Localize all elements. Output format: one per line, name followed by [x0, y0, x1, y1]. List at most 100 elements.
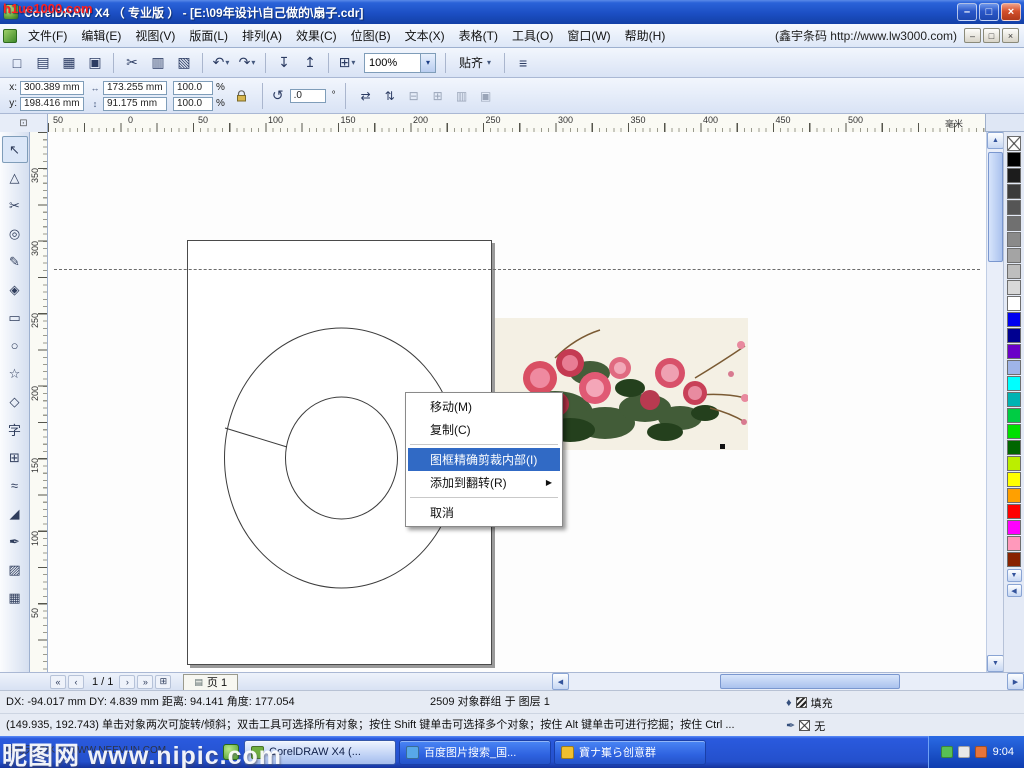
fill-swatch[interactable]	[796, 697, 807, 708]
menu-item-2[interactable]: 视图(V)	[128, 24, 182, 47]
menu-item-3[interactable]: 版面(L)	[182, 24, 235, 47]
last-page-button[interactable]: »	[137, 675, 153, 689]
horizontal-guideline[interactable]	[54, 269, 980, 270]
menu-item-1[interactable]: 编辑(E)	[74, 24, 128, 47]
mdi-restore-button[interactable]: □	[983, 28, 1000, 43]
selection-handle[interactable]	[720, 444, 725, 449]
horizontal-ruler[interactable]: 毫米 50050100150200250300350400450500	[48, 114, 986, 132]
table-tool[interactable]: ⊞	[2, 444, 28, 471]
zoom-tool[interactable]: ◎	[2, 220, 28, 247]
eyedropper-tool[interactable]: ◢	[2, 500, 28, 527]
drawing-canvas[interactable]: 移动(M)复制(C)图框精确剪裁内部(I)添加到翻转(R)▶取消	[48, 132, 986, 672]
undo-button[interactable]: ↶▾	[209, 51, 233, 75]
shape-tool[interactable]: △	[2, 164, 28, 191]
interactive-blend-tool[interactable]: ≈	[2, 472, 28, 499]
ruler-origin-corner[interactable]: ⊡	[0, 114, 48, 132]
color-swatch-21[interactable]	[1007, 472, 1021, 487]
color-swatch-2[interactable]	[1007, 168, 1021, 183]
paste-button[interactable]: ▧	[172, 51, 196, 75]
undo-dropdown-arrow[interactable]: ▾	[225, 58, 229, 67]
app-launcher-button[interactable]: ⊞▾	[335, 51, 359, 75]
color-swatch-4[interactable]	[1007, 200, 1021, 215]
color-swatch-11[interactable]	[1007, 312, 1021, 327]
save-button[interactable]: ▦	[57, 51, 81, 75]
outline-pen-tool[interactable]: ✒	[2, 528, 28, 555]
color-swatch-26[interactable]	[1007, 552, 1021, 567]
outline-swatch[interactable]	[799, 720, 810, 731]
import-button[interactable]: ↧	[272, 51, 296, 75]
maximize-button[interactable]: □	[979, 3, 999, 21]
tray-icon-1[interactable]	[958, 746, 970, 758]
menu-item-10[interactable]: 窗口(W)	[560, 24, 617, 47]
color-swatch-8[interactable]	[1007, 264, 1021, 279]
mdi-minimize-button[interactable]: –	[964, 28, 981, 43]
color-swatch-25[interactable]	[1007, 536, 1021, 551]
context-menu-item-1[interactable]: 复制(C)	[408, 418, 560, 441]
color-swatch-17[interactable]	[1007, 408, 1021, 423]
menu-item-4[interactable]: 排列(A)	[235, 24, 289, 47]
rotation-angle-field[interactable]: .0	[290, 89, 326, 103]
color-swatch-23[interactable]	[1007, 504, 1021, 519]
taskbar-task-ie[interactable]: 百度图片搜索_国...	[399, 740, 551, 765]
color-swatch-7[interactable]	[1007, 248, 1021, 263]
open-button[interactable]: ▤	[31, 51, 55, 75]
first-page-button[interactable]: «	[50, 675, 66, 689]
color-swatch-20[interactable]	[1007, 456, 1021, 471]
redo-dropdown-arrow[interactable]: ▾	[251, 58, 255, 67]
menu-item-5[interactable]: 效果(C)	[289, 24, 344, 47]
context-menu-item-0[interactable]: 移动(M)	[408, 395, 560, 418]
add-page-button[interactable]: ⊞	[155, 675, 171, 689]
color-swatch-1[interactable]	[1007, 152, 1021, 167]
color-swatch-5[interactable]	[1007, 216, 1021, 231]
rectangle-tool[interactable]: ▭	[2, 304, 28, 331]
vertical-scroll-thumb[interactable]	[988, 152, 1003, 262]
fill-tool[interactable]: ▨	[2, 556, 28, 583]
color-swatch-18[interactable]	[1007, 424, 1021, 439]
horizontal-scrollbar[interactable]: ◀ ▶	[552, 673, 1024, 690]
color-swatch-9[interactable]	[1007, 280, 1021, 295]
context-menu-item-3[interactable]: 图框精确剪裁内部(I)	[408, 448, 560, 471]
app-launcher-dropdown-arrow[interactable]: ▾	[351, 58, 355, 67]
vertical-scrollbar[interactable]: ▲ ▼	[986, 132, 1003, 672]
scale-y-field[interactable]: 100.0	[173, 97, 213, 111]
copy-button[interactable]: ▥	[146, 51, 170, 75]
scroll-right-arrow[interactable]: ▶	[1007, 673, 1024, 690]
color-swatch-12[interactable]	[1007, 328, 1021, 343]
export-button[interactable]: ↥	[298, 51, 322, 75]
object-height-field[interactable]: 91.175 mm	[103, 97, 167, 111]
zoom-dropdown-arrow[interactable]: ▾	[420, 54, 435, 72]
zoom-level-combo[interactable]: 100%▾	[364, 53, 436, 73]
page-tab[interactable]: ▤ 页 1	[183, 674, 238, 690]
scale-x-field[interactable]: 100.0	[173, 81, 213, 95]
context-menu-item-6[interactable]: 取消	[408, 501, 560, 524]
interactive-fill-tool[interactable]: ▦	[2, 584, 28, 611]
horizontal-scroll-thumb[interactable]	[720, 674, 900, 689]
tray-icon-0[interactable]	[941, 746, 953, 758]
color-swatch-14[interactable]	[1007, 360, 1021, 375]
color-swatch-3[interactable]	[1007, 184, 1021, 199]
color-swatch-24[interactable]	[1007, 520, 1021, 535]
palette-expand-button[interactable]: ◀	[1007, 584, 1022, 597]
color-swatch-16[interactable]	[1007, 392, 1021, 407]
taskbar-task-qq[interactable]: 寶ナ㠍ら创意群	[554, 740, 706, 765]
scroll-down-arrow[interactable]: ▼	[987, 655, 1004, 672]
crop-tool[interactable]: ✂	[2, 192, 28, 219]
color-swatch-13[interactable]	[1007, 344, 1021, 359]
mdi-close-button[interactable]: ×	[1002, 28, 1019, 43]
redo-button[interactable]: ↷▾	[235, 51, 259, 75]
color-swatch-15[interactable]	[1007, 376, 1021, 391]
scroll-up-arrow[interactable]: ▲	[987, 132, 1004, 149]
lock-ratio-button[interactable]	[231, 85, 253, 107]
mirror-horizontal-button[interactable]: ⇄	[355, 85, 377, 107]
ellipse-tool[interactable]: ○	[2, 332, 28, 359]
scroll-left-arrow[interactable]: ◀	[552, 673, 569, 690]
color-swatch-19[interactable]	[1007, 440, 1021, 455]
freehand-tool[interactable]: ✎	[2, 248, 28, 275]
next-page-button[interactable]: ›	[119, 675, 135, 689]
menu-item-9[interactable]: 工具(O)	[505, 24, 560, 47]
close-button[interactable]: ×	[1001, 3, 1021, 21]
minimize-button[interactable]: –	[957, 3, 977, 21]
pick-tool[interactable]: ↖	[2, 136, 28, 163]
vertical-ruler[interactable]: 350300250200150100500	[30, 132, 48, 672]
menu-item-11[interactable]: 帮助(H)	[618, 24, 673, 47]
